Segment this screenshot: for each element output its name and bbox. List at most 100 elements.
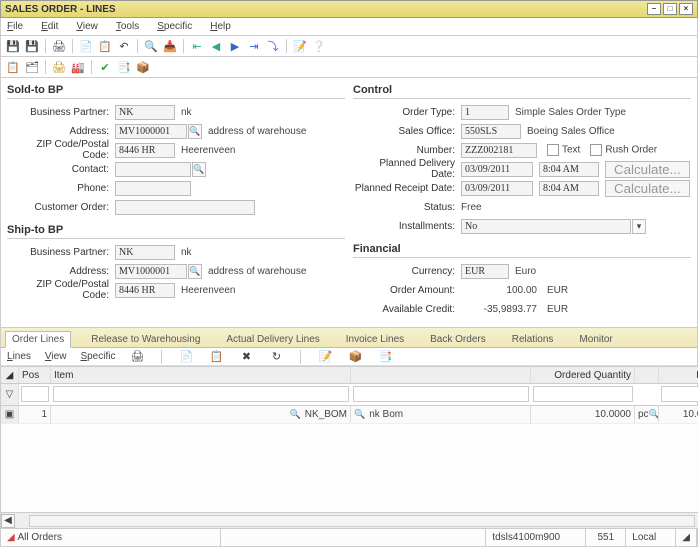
sold-phone-input[interactable] <box>115 181 191 196</box>
calculate-receipt-button[interactable]: Calculate... <box>605 180 690 197</box>
col-item[interactable]: Item <box>51 367 351 383</box>
print-icon[interactable]: 🖨 <box>51 38 67 54</box>
zoom-icon[interactable]: 🔍 <box>143 38 159 54</box>
sold-bp-input[interactable] <box>115 105 175 120</box>
next-icon[interactable]: ▶ <box>227 38 243 54</box>
sold-contact-input[interactable] <box>115 162 191 177</box>
new-icon[interactable]: 📄 <box>78 38 94 54</box>
row-expand-icon[interactable]: ▣ <box>1 406 19 423</box>
filter-desc[interactable] <box>353 386 529 402</box>
uom-lookup-icon[interactable]: 🔍 <box>649 409 659 420</box>
col-price[interactable]: Price <box>659 367 698 383</box>
action-icon[interactable]: 📦 <box>135 59 151 75</box>
planned-delivery-time-input[interactable] <box>539 162 599 177</box>
filter-item[interactable] <box>53 386 349 402</box>
sub-action-icon[interactable]: 📦 <box>347 349 363 365</box>
planned-receipt-date-input[interactable] <box>461 181 533 196</box>
submenu-view[interactable]: View <box>45 351 67 362</box>
menu-help[interactable]: Help <box>210 21 231 32</box>
menu-view[interactable]: View <box>76 21 98 32</box>
approve-icon[interactable]: ✔ <box>97 59 113 75</box>
warehouse-icon[interactable]: 🏭 <box>70 59 86 75</box>
maximize-icon[interactable]: □ <box>663 3 677 15</box>
contact-lookup-icon[interactable]: 🔍 <box>192 162 206 177</box>
print-order-icon[interactable]: 🖨 <box>51 59 67 75</box>
order-number-input[interactable] <box>461 143 537 158</box>
copy-icon[interactable]: 📋 <box>97 38 113 54</box>
phone-label: Phone: <box>7 183 115 194</box>
tab-release[interactable]: Release to Warehousing <box>85 332 206 347</box>
sub-more-icon[interactable]: 📑 <box>377 349 393 365</box>
calculate-delivery-button[interactable]: Calculate... <box>605 161 690 178</box>
tab-monitor[interactable]: Monitor <box>573 332 618 347</box>
currency-input[interactable] <box>461 264 509 279</box>
table-row[interactable]: ▣ 1 🔍NK_BOM 🔍nk Bom 10.0000 pc🔍 10.0000 <box>1 406 698 424</box>
sub-text-icon[interactable]: 📝 <box>317 349 333 365</box>
zip-label: ZIP Code/Postal Code: <box>7 139 115 161</box>
addr-lookup-icon[interactable]: 🔍 <box>188 124 202 139</box>
rush-checkbox[interactable] <box>590 144 602 156</box>
tab-relations[interactable]: Relations <box>506 332 560 347</box>
help-icon[interactable]: ❔ <box>311 38 327 54</box>
sold-addr-input[interactable] <box>115 124 187 139</box>
col-qty[interactable]: Ordered Quantity <box>531 367 635 383</box>
tab-invoice[interactable]: Invoice Lines <box>340 332 410 347</box>
save-icon[interactable]: 💾 <box>5 38 21 54</box>
ship-addr-input[interactable] <box>115 264 187 279</box>
select-all-icon[interactable]: ◢ <box>1 367 19 383</box>
menu-tools[interactable]: Tools <box>116 21 139 32</box>
sub-print-icon[interactable]: 🖨 <box>129 349 145 365</box>
sold-zip-input[interactable] <box>115 143 175 158</box>
order-icon[interactable]: 📋 <box>5 59 21 75</box>
scroll-left-icon[interactable]: ◀ <box>1 514 15 528</box>
item-lookup-icon[interactable]: 🔍 <box>290 409 301 420</box>
menu-specific[interactable]: Specific <box>157 21 192 32</box>
toolbar-main: 💾 💾 🖨 📄 📋 ↶ 🔍 📥 ⇤ ◀ ▶ ⇥ ⤵ 📝 ❔ <box>0 36 698 57</box>
sub-refresh-icon[interactable]: ↻ <box>268 349 284 365</box>
last-icon[interactable]: ⇥ <box>246 38 262 54</box>
sales-office-input[interactable] <box>461 124 521 139</box>
copy-order-icon[interactable]: 📑 <box>116 59 132 75</box>
installments-dropdown-icon[interactable]: ▾ <box>632 219 646 234</box>
save-close-icon[interactable]: 💾 <box>24 38 40 54</box>
planned-receipt-time-input[interactable] <box>539 181 599 196</box>
text-checkbox[interactable] <box>547 144 559 156</box>
desc-lookup-icon[interactable]: 🔍 <box>354 409 365 420</box>
customer-order-input[interactable] <box>115 200 255 215</box>
refresh-icon[interactable]: 📥 <box>162 38 178 54</box>
submenu-specific[interactable]: Specific <box>80 351 115 362</box>
ship-zip-input[interactable] <box>115 283 175 298</box>
cascade-icon[interactable]: 🗂 <box>24 59 40 75</box>
note-icon[interactable]: 📝 <box>292 38 308 54</box>
planned-delivery-date-input[interactable] <box>461 162 533 177</box>
first-icon[interactable]: ⇤ <box>189 38 205 54</box>
minimize-icon[interactable]: – <box>647 3 661 15</box>
filter-price[interactable] <box>661 386 698 402</box>
order-amount-value: 100.00 <box>461 285 541 296</box>
submenu-lines[interactable]: Lines <box>7 351 31 362</box>
filter-pos[interactable] <box>21 386 49 402</box>
filter-qty[interactable] <box>533 386 633 402</box>
ship-addr-lookup-icon[interactable]: 🔍 <box>188 264 202 279</box>
h-scrollbar[interactable] <box>29 515 695 527</box>
menu-edit[interactable]: Edit <box>41 21 58 32</box>
undo-icon[interactable]: ↶ <box>116 38 132 54</box>
order-type-input[interactable] <box>461 105 509 120</box>
col-pos[interactable]: Pos <box>19 367 51 383</box>
sub-delete-icon[interactable]: ✖ <box>238 349 254 365</box>
resize-grip-icon[interactable]: ◢ <box>676 529 697 546</box>
tab-actual[interactable]: Actual Delivery Lines <box>220 332 325 347</box>
tab-back[interactable]: Back Orders <box>424 332 492 347</box>
sub-copy-icon[interactable]: 📋 <box>208 349 224 365</box>
filter-icon[interactable]: ▽ <box>1 384 19 405</box>
tab-order-lines[interactable]: Order Lines <box>5 331 71 348</box>
status-all-orders[interactable]: All Orders <box>17 532 61 543</box>
prev-icon[interactable]: ◀ <box>208 38 224 54</box>
sub-new-icon[interactable]: 📄 <box>178 349 194 365</box>
close-icon[interactable]: × <box>679 3 693 15</box>
nav-down-icon[interactable]: ⤵ <box>265 38 281 54</box>
financial-heading: Financial <box>353 241 691 258</box>
menu-file[interactable]: File <box>7 21 23 32</box>
ship-bp-input[interactable] <box>115 245 175 260</box>
installments-select[interactable] <box>461 219 631 234</box>
